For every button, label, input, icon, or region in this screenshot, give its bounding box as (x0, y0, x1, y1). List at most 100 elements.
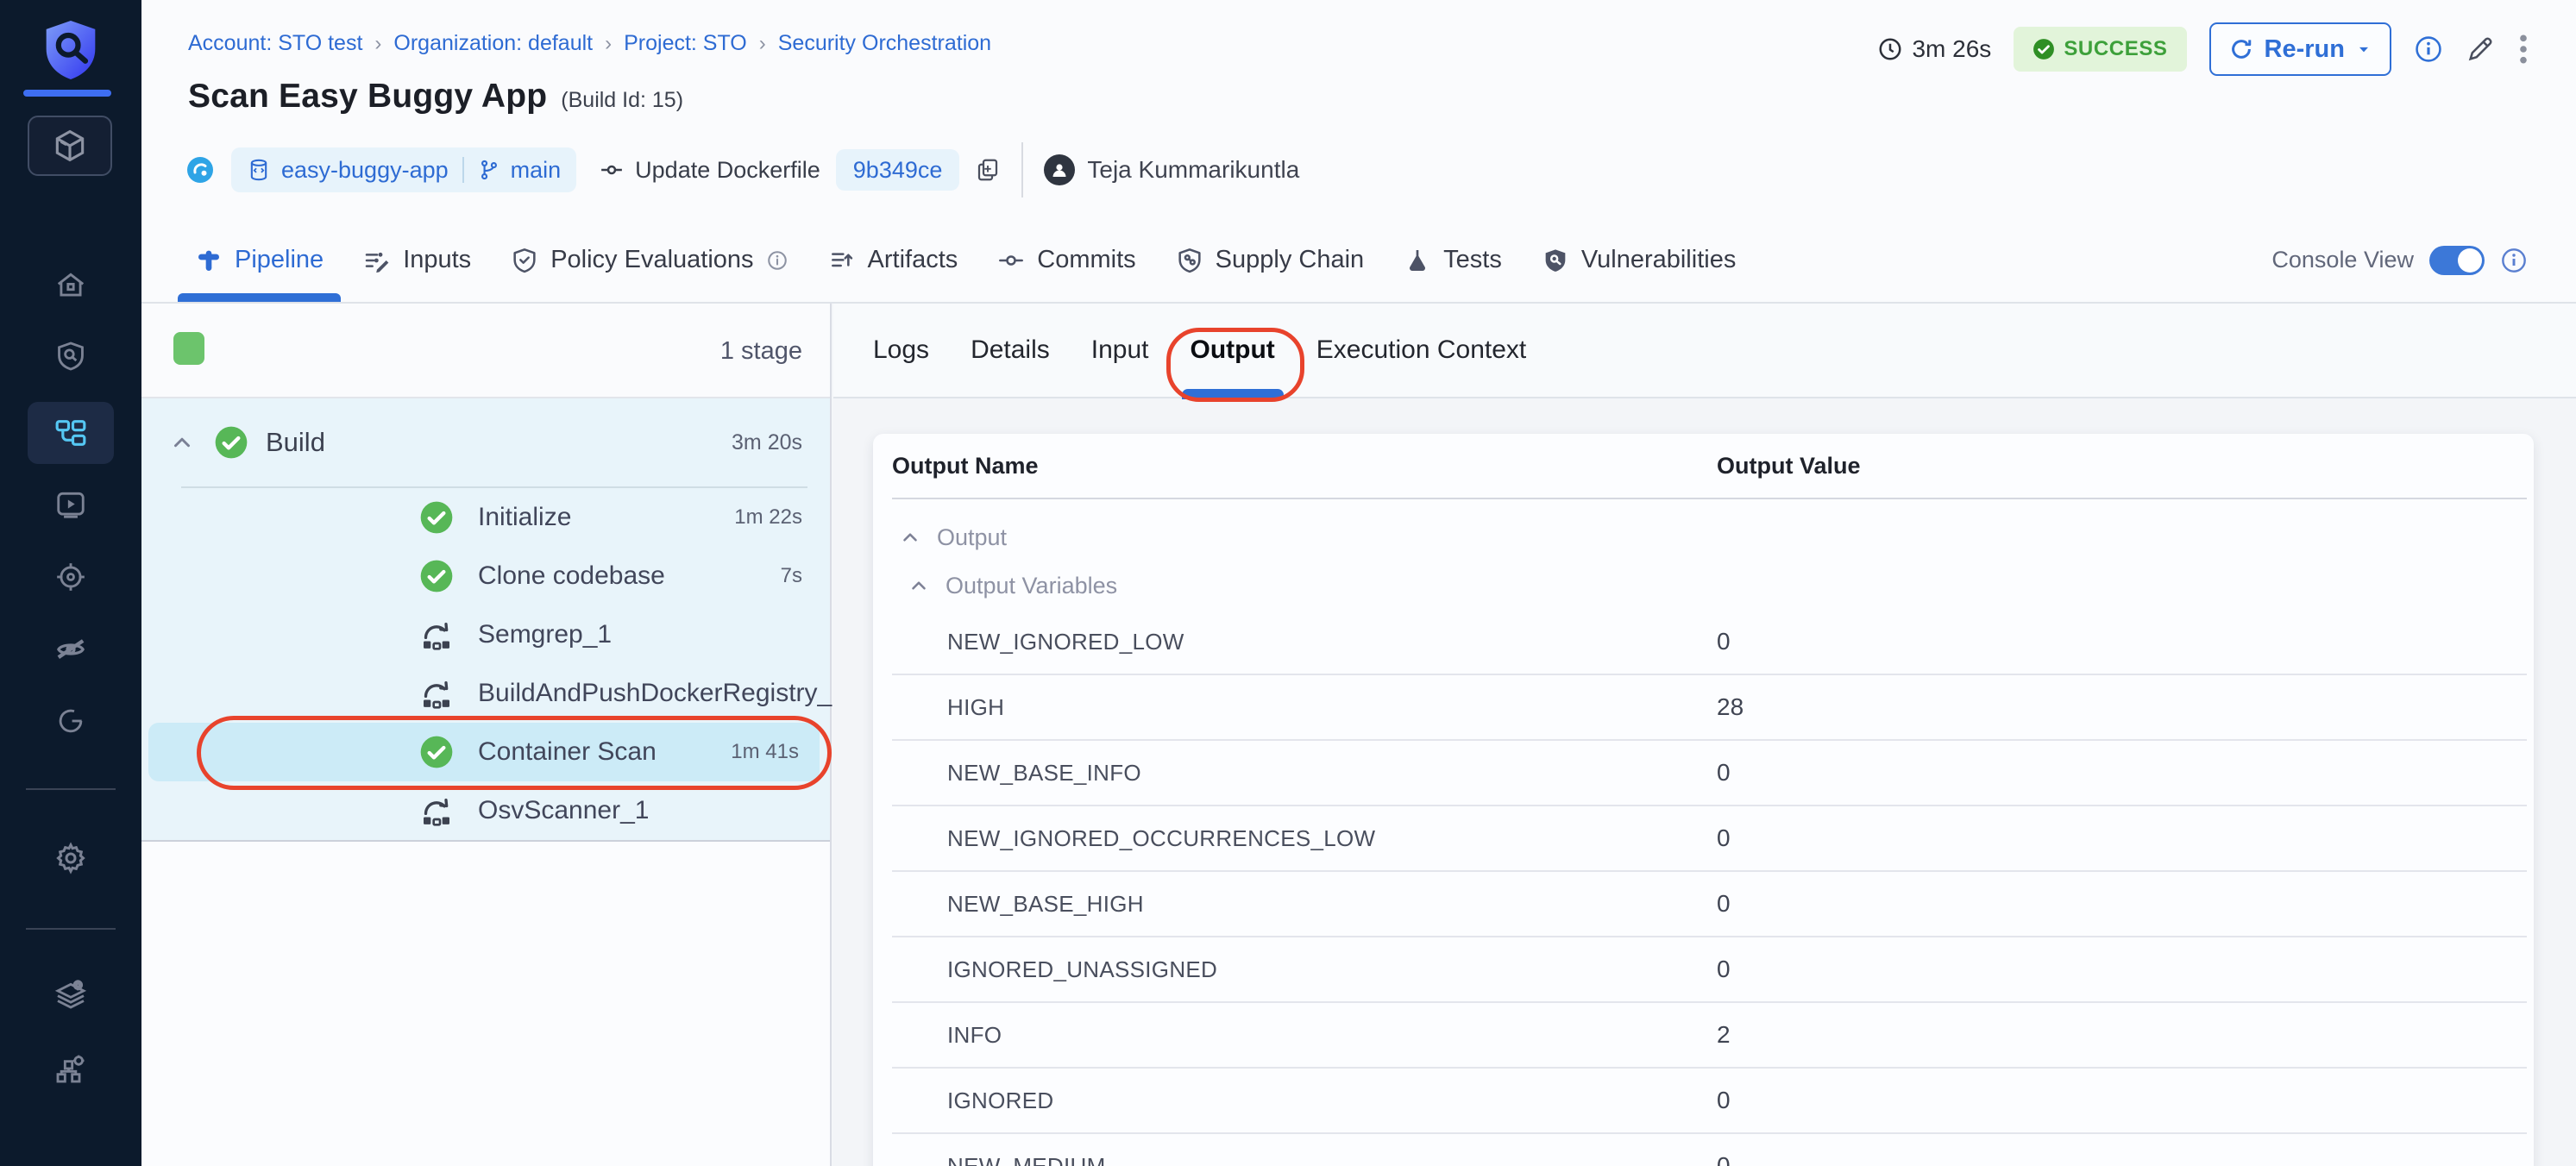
edit-pipeline-button[interactable] (2466, 34, 2495, 64)
console-info-icon[interactable] (2500, 247, 2528, 274)
vulnerabilities-icon (1542, 247, 1569, 274)
step-row-buildandpushdockerregistry-1[interactable]: BuildAndPushDockerRegistry_1 (141, 664, 830, 723)
output-group-output[interactable]: Output (873, 513, 2534, 561)
tab-policy-evaluations[interactable]: Policy Evaluations (511, 218, 788, 302)
home-icon (54, 269, 87, 302)
clock-icon (1877, 36, 1903, 62)
sidebar-item-executions[interactable] (0, 488, 141, 521)
rerun-button[interactable]: Re-run (2209, 22, 2391, 76)
step-name: BuildAndPushDockerRegistry_1 (478, 679, 846, 708)
check-circle-icon (419, 559, 454, 593)
sidebar-item-pipelines[interactable] (0, 416, 141, 450)
sidebar-divider (26, 788, 116, 790)
tab-pipeline[interactable]: Pipeline (195, 218, 324, 302)
console-view-toggle[interactable] (2429, 246, 2485, 275)
execution-info-button[interactable] (2414, 34, 2443, 64)
console-view-label: Console View (2271, 247, 2414, 273)
tab-label: Policy Evaluations (550, 246, 753, 274)
output-value: 0 (1717, 759, 1731, 787)
run-duration: 3m 26s (1877, 35, 1991, 63)
step-name: OsvScanner_1 (478, 796, 649, 825)
step-row-initialize[interactable]: Initialize 1m 22s (141, 488, 830, 547)
sidebar-item-exemptions[interactable] (0, 632, 141, 667)
tab-label: Pipeline (235, 246, 324, 274)
stage-row-build[interactable]: Build3m 20s (141, 398, 830, 486)
tab-inputs[interactable]: Inputs (363, 218, 471, 302)
sidebar-item-account-settings[interactable] (0, 1051, 141, 1086)
rerun-label: Re-run (2265, 35, 2345, 64)
tab-tests[interactable]: Tests (1404, 218, 1502, 302)
pill-separator (462, 157, 464, 183)
copy-sha-button[interactable] (975, 157, 1001, 183)
output-value: 2 (1717, 1021, 1731, 1049)
breadcrumb-link[interactable]: Security Orchestration (778, 31, 991, 56)
sidebar-item-targets[interactable] (0, 561, 141, 593)
breadcrumb-separator: › (374, 32, 381, 56)
breadcrumb: Account: STO test›Organization: default›… (188, 31, 991, 56)
check-circle-icon (419, 735, 454, 769)
step-group-icon (419, 676, 454, 711)
commit-sha-pill[interactable]: 9b349ce (836, 149, 960, 191)
output-value: 0 (1717, 1087, 1731, 1114)
step-row-osvscanner-1[interactable]: OsvScanner_1 (141, 781, 830, 840)
output-table-card: Output Name Output Value OutputOutput Va… (873, 434, 2534, 1166)
output-row-new_medium: NEW_MEDIUM0 (892, 1134, 2527, 1166)
output-value: 0 (1717, 956, 1731, 983)
chevron-up-icon (899, 526, 921, 549)
more-options-button[interactable] (2517, 33, 2529, 66)
sidebar-item-project-settings[interactable] (0, 841, 141, 875)
commit-sha: 9b349ce (853, 157, 943, 184)
output-row-ignored: IGNORED0 (892, 1069, 2527, 1134)
sto-shield-logo[interactable] (41, 17, 100, 83)
execution-header: Account: STO test›Organization: default›… (141, 0, 2576, 304)
output-value: 0 (1717, 1152, 1731, 1166)
output-value: 0 (1717, 890, 1731, 918)
output-group-output-variables[interactable]: Output Variables (873, 561, 2534, 610)
repository-icon (247, 158, 271, 182)
git-branch-icon (478, 159, 500, 181)
detail-tab-input[interactable]: Input (1091, 303, 1149, 398)
repo-branch-pill[interactable]: easy-buggy-app main (231, 147, 576, 192)
step-row-clone-codebase[interactable]: Clone codebase7s (141, 547, 830, 605)
tab-commits[interactable]: Commits (997, 218, 1135, 302)
tab-supply-chain[interactable]: Supply Chain (1176, 218, 1365, 302)
toggle-knob (2458, 248, 2482, 273)
step-detail-tab-bar: Logs Details Input Output Execution Context (833, 304, 2576, 398)
sidebar-item-home[interactable] (0, 269, 141, 302)
step-name: Semgrep_1 (478, 620, 612, 649)
sidebar-item-overview[interactable] (0, 340, 141, 373)
output-group-label: Output (937, 524, 1007, 551)
module-selector-button[interactable] (28, 116, 112, 176)
pipeline-icon (195, 247, 223, 274)
detail-tab-execution-context[interactable]: Execution Context (1316, 303, 1526, 398)
tab-label: Vulnerabilities (1581, 246, 1736, 274)
sidebar-item-default-settings[interactable] (0, 977, 141, 1012)
meta-divider (1021, 142, 1023, 197)
detail-tab-logs[interactable]: Logs (873, 303, 929, 398)
tab-label: Commits (1037, 246, 1135, 274)
stage-panel-header: 1 stage (141, 304, 830, 398)
tab-label: Inputs (403, 246, 471, 274)
commit-message-row[interactable]: Update Dockerfile (599, 157, 820, 184)
check-circle-icon (419, 500, 454, 535)
pencil-icon (2466, 34, 2495, 64)
sidebar-item-getting-started[interactable] (0, 705, 141, 737)
info-icon (2414, 34, 2443, 64)
breadcrumb-link[interactable]: Organization: default (393, 31, 593, 56)
detail-tab-output[interactable]: Output (1191, 303, 1275, 398)
tab-vulnerabilities[interactable]: Vulnerabilities (1542, 218, 1736, 302)
step-name: Initialize (478, 503, 571, 532)
author-row: Teja Kummarikuntla (1044, 154, 1299, 185)
output-name: INFO (892, 1022, 1002, 1049)
breadcrumb-link[interactable]: Account: STO test (188, 31, 362, 56)
tab-artifacts[interactable]: Artifacts (828, 218, 958, 302)
output-name: NEW_IGNORED_LOW (892, 629, 1184, 655)
output-name: NEW_BASE_INFO (892, 760, 1141, 787)
step-row-container-scan[interactable]: Container Scan1m 41s (148, 723, 820, 781)
pipeline-stage-panel: 1 stage Build3m 20s Initialize 1m 22s Clone… (141, 304, 832, 1166)
detail-tab-details[interactable]: Details (971, 303, 1050, 398)
breadcrumb-link[interactable]: Project: STO (624, 31, 747, 56)
stage-status-square[interactable] (173, 332, 204, 365)
step-row-semgrep-1[interactable]: Semgrep_1 (141, 605, 830, 664)
step-duration: 1m 22s (734, 505, 802, 530)
